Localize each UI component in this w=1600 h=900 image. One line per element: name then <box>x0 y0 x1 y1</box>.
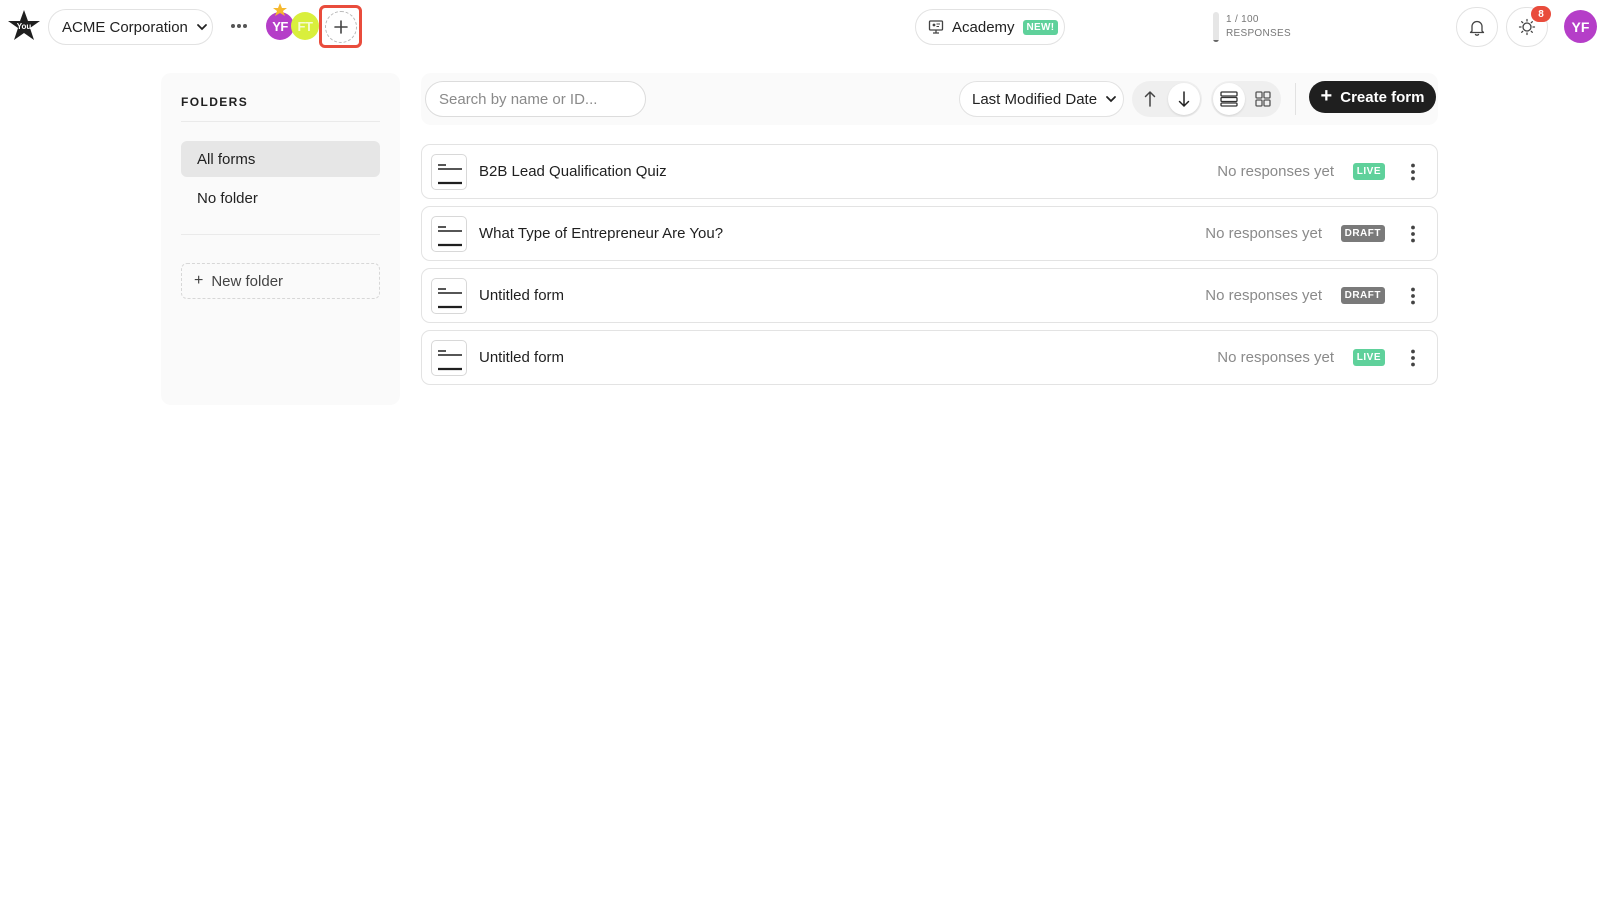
folders-sidebar: FOLDERS All forms No folder + New folder <box>161 73 400 405</box>
arrow-down-icon <box>1178 91 1190 108</box>
notification-count-badge: 8 <box>1531 6 1551 22</box>
folder-item-label: All forms <box>197 150 256 168</box>
folder-item-all-forms[interactable]: All forms <box>181 141 380 177</box>
form-thumbnail-icon <box>431 154 467 190</box>
kebab-menu-icon <box>1411 225 1415 242</box>
create-form-button[interactable]: + Create form <box>1309 81 1436 113</box>
usage-count: 1 / 100 <box>1226 14 1259 25</box>
youform-logo-icon[interactable]: You <box>7 9 41 43</box>
chevron-down-icon <box>1106 96 1116 103</box>
sort-by-select[interactable]: Last Modified Date <box>959 81 1124 117</box>
status-badge: LIVE <box>1352 349 1385 366</box>
form-menu-button[interactable] <box>1401 157 1425 187</box>
divider <box>1295 83 1296 115</box>
new-folder-label: New folder <box>211 272 284 290</box>
usage-text: 1 / 100 RESPONSES <box>1226 13 1291 41</box>
form-row[interactable]: B2B Lead Qualification Quiz No responses… <box>421 144 1438 199</box>
form-thumbnail-icon <box>431 340 467 376</box>
arrow-up-icon <box>1144 90 1156 107</box>
new-folder-button[interactable]: + New folder <box>181 263 380 299</box>
kebab-menu-icon <box>1411 349 1415 366</box>
form-name[interactable]: Untitled form <box>479 349 564 366</box>
form-menu-button[interactable] <box>1401 281 1425 311</box>
list-view-button[interactable] <box>1213 83 1245 115</box>
sort-direction-toggle <box>1132 81 1202 117</box>
workspace-name: ACME Corporation <box>62 18 188 36</box>
form-row[interactable]: Untitled form No responses yet LIVE <box>421 330 1438 385</box>
ellipsis-icon <box>231 24 247 28</box>
form-menu-button[interactable] <box>1401 219 1425 249</box>
plus-icon: + <box>194 272 204 289</box>
chevron-down-icon <box>196 24 207 31</box>
form-name[interactable]: What Type of Entrepreneur Are You? <box>479 225 723 242</box>
form-response-count: No responses yet <box>1217 163 1334 180</box>
plus-icon: + <box>1320 84 1333 107</box>
kebab-menu-icon <box>1411 163 1415 180</box>
list-view-icon <box>1220 91 1238 107</box>
create-form-label: Create form <box>1340 88 1425 106</box>
form-name[interactable]: Untitled form <box>479 287 564 304</box>
academy-label: Academy <box>952 18 1015 36</box>
crown-icon <box>273 3 287 16</box>
form-row[interactable]: What Type of Entrepreneur Are You? No re… <box>421 206 1438 261</box>
plus-icon <box>333 19 348 34</box>
divider <box>181 234 380 235</box>
usage-bar <box>1213 12 1219 42</box>
collaborator-avatar[interactable]: FT <box>291 12 319 40</box>
grid-view-icon <box>1255 91 1271 107</box>
lightbulb-icon <box>1518 18 1536 36</box>
form-thumbnail-icon <box>431 278 467 314</box>
folders-heading: FOLDERS <box>181 95 380 122</box>
sort-descending-button[interactable] <box>1168 83 1200 115</box>
status-badge: LIVE <box>1352 163 1385 180</box>
form-response-count: No responses yet <box>1205 225 1322 242</box>
presentation-icon <box>928 20 944 34</box>
bell-icon <box>1469 20 1485 36</box>
academy-button[interactable]: Academy NEW! <box>915 9 1065 45</box>
invite-circle <box>324 10 357 43</box>
kebab-menu-icon <box>1411 287 1415 304</box>
new-badge: NEW! <box>1022 19 1059 35</box>
invite-member-button[interactable] <box>319 5 362 48</box>
sort-ascending-button[interactable] <box>1134 83 1166 115</box>
user-avatar[interactable]: YF <box>1564 10 1597 43</box>
more-options-button[interactable] <box>226 15 252 37</box>
svg-text:You: You <box>17 22 32 31</box>
notifications-button[interactable] <box>1456 7 1498 47</box>
form-thumbnail-icon <box>431 216 467 252</box>
folder-item-no-folder[interactable]: No folder <box>181 180 380 216</box>
view-mode-toggle <box>1211 81 1281 117</box>
search-input[interactable] <box>425 81 646 117</box>
response-usage[interactable]: 1 / 100 RESPONSES <box>1213 11 1291 43</box>
form-menu-button[interactable] <box>1401 343 1425 373</box>
form-response-count: No responses yet <box>1217 349 1334 366</box>
forms-toolbar: Last Modified Date <box>421 73 1438 125</box>
form-response-count: No responses yet <box>1205 287 1322 304</box>
grid-view-button[interactable] <box>1247 83 1279 115</box>
sort-label: Last Modified Date <box>972 90 1098 108</box>
workspace-switcher[interactable]: ACME Corporation <box>48 9 213 45</box>
usage-label: RESPONSES <box>1226 28 1291 39</box>
form-name[interactable]: B2B Lead Qualification Quiz <box>479 163 667 180</box>
form-list: B2B Lead Qualification Quiz No responses… <box>421 144 1438 392</box>
form-row[interactable]: Untitled form No responses yet DRAFT <box>421 268 1438 323</box>
folder-item-label: No folder <box>197 189 258 207</box>
top-bar: You ACME Corporation YF FT Academy NEW! <box>0 0 1600 54</box>
usage-bar-fill <box>1213 39 1219 42</box>
status-badge: DRAFT <box>1340 225 1385 242</box>
status-badge: DRAFT <box>1340 287 1385 304</box>
